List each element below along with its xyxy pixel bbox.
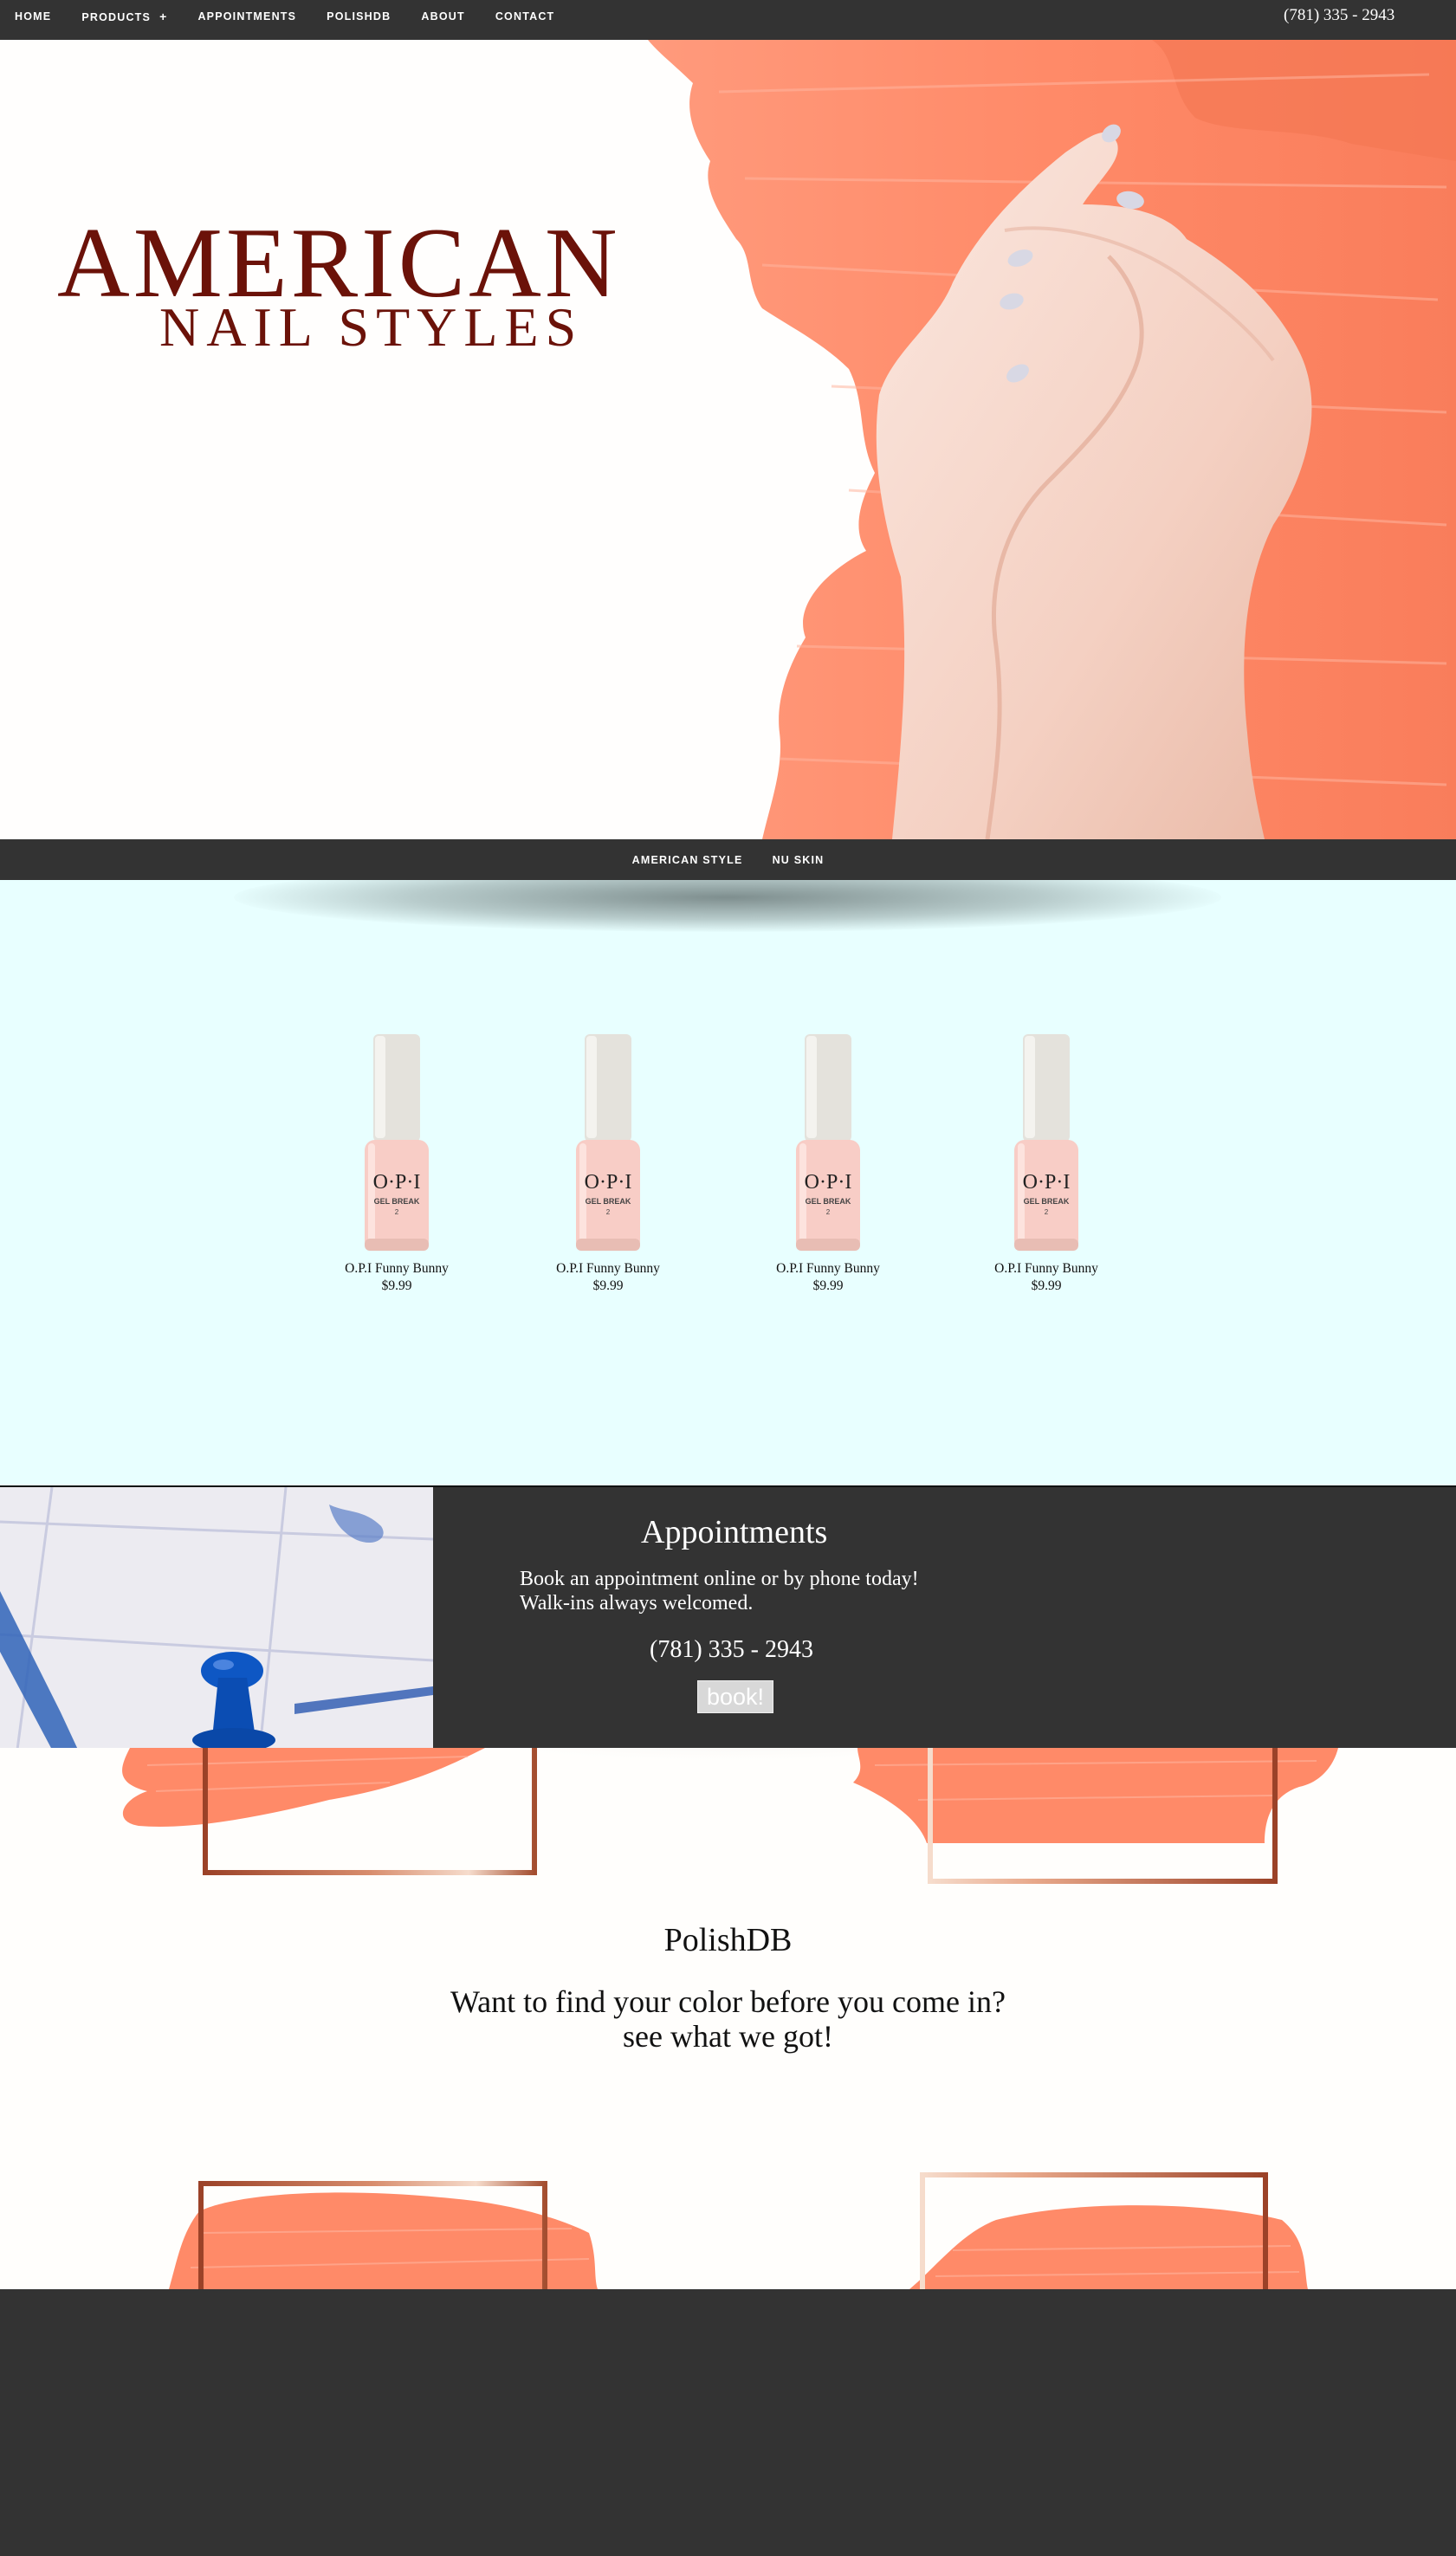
product-price: $9.99: [812, 1278, 844, 1293]
products-section: O·P·I GEL BREAK 2 O.P.I Funny Bunny $9.9…: [0, 880, 1456, 1485]
bottle-brand-text: O·P·I: [805, 1171, 852, 1194]
appointments-walkins-note: Walk-ins always welcomed.: [520, 1592, 754, 1614]
nav-products-label: PRODUCTS: [81, 10, 152, 23]
nail-polish-bottle-image: O·P·I GEL BREAK 2: [796, 1034, 860, 1251]
product-card[interactable]: O·P·I GEL BREAK 2 O.P.I Funny Bunny $9.9…: [968, 1034, 1124, 1294]
subnav-american-style-link[interactable]: AMERICAN STYLE: [632, 854, 743, 866]
product-card[interactable]: O·P·I GEL BREAK 2 O.P.I Funny Bunny $9.9…: [319, 1034, 475, 1294]
appointments-phone-number[interactable]: (781) 335 - 2943: [650, 1636, 813, 1664]
brand-logo-nail-styles: NAIL STYLES: [159, 296, 584, 358]
calendar-pushpin-image: [0, 1487, 433, 1748]
bottle-brand-text: O·P·I: [1023, 1171, 1071, 1194]
top-navigation-bar: HOME PRODUCTS + APPOINTMENTS POLISHDB ABO…: [0, 0, 1456, 40]
nail-polish-bottle-image: O·P·I GEL BREAK 2: [1014, 1034, 1078, 1251]
appointments-section: Appointments Book an appointment online …: [0, 1485, 1456, 1748]
polishdb-section: PolishDB Want to find your color before …: [0, 1748, 1456, 2289]
bottle-line-text: GEL BREAK: [1024, 1197, 1070, 1206]
bottle-step-text: 2: [395, 1208, 399, 1216]
section-shadow: [234, 880, 1221, 932]
plus-icon[interactable]: +: [159, 10, 167, 23]
product-card[interactable]: O·P·I GEL BREAK 2 O.P.I Funny Bunny $9.9…: [750, 1034, 906, 1294]
bottle-step-text: 2: [606, 1208, 611, 1216]
bottle-step-text: 2: [1045, 1208, 1049, 1216]
nav-contact-link[interactable]: CONTACT: [495, 10, 555, 23]
polishdb-subtagline[interactable]: see what we got!: [0, 2018, 1456, 2055]
hero-banner: AMERICAN NAIL STYLES: [0, 40, 1456, 839]
nail-polish-bottle-image: O·P·I GEL BREAK 2: [365, 1034, 429, 1251]
main-menu: HOME PRODUCTS + APPOINTMENTS POLISHDB ABO…: [0, 0, 585, 32]
nav-products-link[interactable]: PRODUCTS +: [81, 10, 167, 23]
book-button[interactable]: book!: [697, 1680, 773, 1713]
bottle-brand-text: O·P·I: [585, 1171, 632, 1194]
product-price: $9.99: [1031, 1278, 1062, 1293]
bottle-line-text: GEL BREAK: [586, 1197, 631, 1206]
bottle-line-text: GEL BREAK: [806, 1197, 851, 1206]
bottle-step-text: 2: [826, 1208, 831, 1216]
product-name: O.P.I Funny Bunny: [776, 1261, 880, 1276]
product-name: O.P.I Funny Bunny: [994, 1261, 1098, 1276]
nail-polish-bottle-image: O·P·I GEL BREAK 2: [576, 1034, 640, 1251]
products-subnav: AMERICAN STYLE NU SKIN: [0, 839, 1456, 880]
page-footer: [0, 2289, 1456, 2556]
product-name: O.P.I Funny Bunny: [345, 1261, 449, 1276]
polishdb-title: PolishDB: [663, 1922, 793, 1958]
product-price: $9.99: [592, 1278, 624, 1293]
header-phone-number[interactable]: (781) 335 - 2943: [1284, 6, 1395, 25]
product-price: $9.99: [381, 1278, 412, 1293]
subnav-nu-skin-link[interactable]: NU SKIN: [773, 854, 825, 866]
appointments-title: Appointments: [641, 1514, 828, 1550]
product-card[interactable]: O·P·I GEL BREAK 2 O.P.I Funny Bunny $9.9…: [530, 1034, 686, 1294]
nav-appointments-link[interactable]: APPOINTMENTS: [197, 10, 296, 23]
nav-home-link[interactable]: HOME: [15, 10, 51, 23]
appointments-description: Book an appointment online or by phone t…: [520, 1568, 919, 1590]
nav-polishdb-link[interactable]: POLISHDB: [327, 10, 391, 23]
polishdb-tagline: Want to find your color before you come …: [450, 1984, 1006, 2019]
nav-about-link[interactable]: ABOUT: [421, 10, 464, 23]
bottle-line-text: GEL BREAK: [374, 1197, 420, 1206]
product-name: O.P.I Funny Bunny: [556, 1261, 660, 1276]
hero-image: [648, 40, 1456, 839]
bottle-brand-text: O·P·I: [373, 1171, 421, 1194]
